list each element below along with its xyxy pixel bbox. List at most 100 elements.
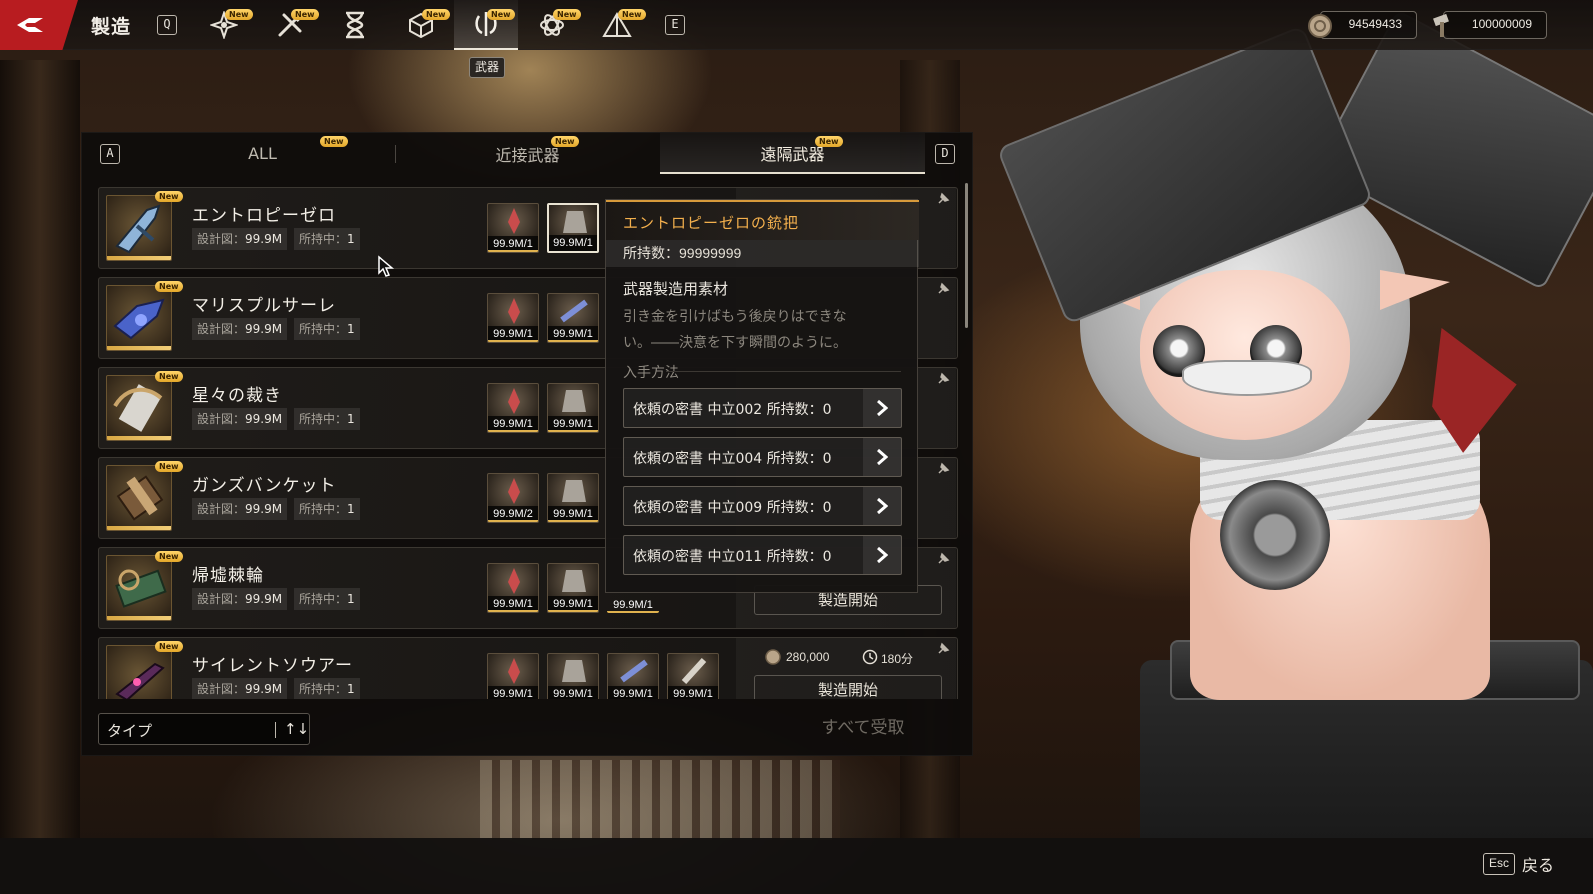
category-tab-1[interactable]: New	[192, 0, 256, 50]
blueprint-value: 99.9M	[245, 502, 283, 516]
material-slot[interactable]: 99.9M/1	[487, 653, 539, 699]
material-icon	[681, 657, 707, 685]
subtab-left-key[interactable]: A	[100, 144, 120, 164]
material-slot[interactable]: 99.9M/2	[487, 473, 539, 523]
pin-icon[interactable]	[936, 462, 950, 476]
material-slot[interactable]: 99.9M/1	[487, 563, 539, 613]
material-slot[interactable]: 99.9M/1	[547, 293, 599, 343]
category-tab-4[interactable]: New	[389, 0, 453, 50]
material-slot-selected[interactable]: 99.9M/1	[547, 203, 599, 253]
obtain-source-row[interactable]: 依頼の密書 中立004 所持数：0	[623, 437, 902, 477]
category-tab-3[interactable]	[323, 0, 387, 50]
weapon-thumbnail	[106, 555, 172, 621]
material-count: 99.9M/1	[488, 686, 538, 699]
subtab-right-key[interactable]: D	[935, 144, 955, 164]
blueprint-stat: 設計図：99.9M	[192, 498, 288, 520]
gun-icon	[115, 662, 165, 699]
pin-icon[interactable]	[936, 642, 950, 656]
obtain-source-row[interactable]: 依頼の密書 中立011 所持数：0	[623, 535, 902, 575]
new-badge: New	[487, 9, 515, 20]
obtain-source-row[interactable]: 依頼の密書 中立002 所持数：0	[623, 388, 902, 428]
gun-icon	[113, 384, 163, 432]
material-slot[interactable]: 99.9M/1	[487, 203, 539, 253]
owned-stat: 所持中：1	[294, 498, 360, 520]
type-filter-label: タイプ	[107, 722, 153, 740]
sort-icon[interactable]: ↑↓	[284, 720, 309, 738]
new-badge: New	[155, 461, 183, 472]
next-category-key[interactable]: E	[665, 15, 685, 35]
material-slot[interactable]: 99.9M/1	[547, 653, 599, 699]
subtab-all[interactable]: ALL New	[130, 133, 395, 174]
owned-label: 所持中：	[299, 232, 348, 246]
subtab-ranged[interactable]: 遠隔武器 New	[660, 133, 925, 174]
material-slot[interactable]: 99.9M/1	[487, 293, 539, 343]
type-filter-dropdown[interactable]: タイプ ↑↓	[98, 713, 310, 745]
category-tab-2[interactable]: New	[258, 0, 322, 50]
hourglass-icon	[346, 11, 364, 39]
pin-icon[interactable]	[936, 552, 950, 566]
back-logo-button[interactable]	[0, 0, 78, 50]
owned-count-label: 所持数：	[623, 246, 679, 262]
weapon-name: エントロピーゼロ	[192, 206, 336, 226]
chevron-right-icon[interactable]	[863, 487, 901, 525]
start-crafting-button[interactable]: 製造開始	[754, 675, 942, 699]
pin-icon[interactable]	[936, 372, 950, 386]
gun-icon	[115, 569, 167, 608]
owned-count-value: 99999999	[679, 245, 742, 261]
new-badge: New	[815, 136, 843, 147]
material-icon	[562, 570, 586, 592]
material-icon	[508, 478, 520, 504]
list-scrollbar[interactable]	[965, 183, 968, 328]
recipe-row[interactable]: New サイレントソウアー 設計図：99.9M 所持中：1 99.9M/1 99…	[98, 637, 958, 699]
material-slot[interactable]: 99.9M/1	[547, 383, 599, 433]
owned-value: 1	[347, 412, 355, 426]
material-icon	[563, 211, 587, 233]
weapon-name: 星々の裁き	[192, 386, 282, 406]
popup-header: エントロピーゼロの銃把	[606, 200, 919, 240]
blueprint-value: 99.9M	[245, 322, 283, 336]
category-tab-6[interactable]: New	[520, 0, 584, 50]
material-icon	[508, 208, 520, 234]
obtain-source-text: 依頼の密書 中立009 所持数：0	[633, 500, 832, 516]
blueprint-value: 99.9M	[245, 412, 283, 426]
blueprint-stat: 設計図：99.9M	[192, 228, 288, 250]
new-badge: New	[291, 9, 319, 20]
obtain-source-row[interactable]: 依頼の密書 中立009 所持数：0	[623, 486, 902, 526]
owned-stat: 所持中：1	[294, 408, 360, 430]
back-button[interactable]: 戻る	[1522, 852, 1554, 876]
clock-icon	[862, 649, 878, 665]
chevron-right-icon[interactable]	[863, 389, 901, 427]
blueprint-label: 設計図：	[197, 232, 246, 246]
material-slot[interactable]: 99.9M/1	[547, 563, 599, 613]
craft-time: 180分	[881, 652, 914, 666]
pin-icon[interactable]	[936, 282, 950, 296]
material-slot[interactable]: 99.9M/1	[607, 653, 659, 699]
category-tab-7[interactable]: New	[585, 0, 649, 50]
popup-description: 引き金を引けばもう後戻りはできな い。――決意を下す瞬間のように。	[623, 304, 908, 356]
material-icon	[508, 388, 520, 414]
game-logo-icon	[17, 18, 43, 32]
material-slot[interactable]: 99.9M/1	[487, 383, 539, 433]
gun-icon	[113, 298, 165, 340]
esc-key[interactable]: Esc	[1483, 853, 1515, 875]
obtain-source-text: 依頼の密書 中立002 所持数：0	[633, 402, 832, 418]
owned-value: 1	[347, 592, 355, 606]
blueprint-label: 設計図：	[197, 682, 246, 696]
chevron-right-icon[interactable]	[863, 438, 901, 476]
chevron-right-icon[interactable]	[863, 536, 901, 574]
material-icon	[508, 568, 520, 594]
hammer-icon	[1433, 13, 1449, 37]
blueprint-stat: 設計図：99.9M	[192, 408, 288, 430]
pin-icon[interactable]	[936, 192, 950, 206]
weapon-thumbnail	[106, 375, 172, 441]
new-badge: New	[618, 9, 646, 20]
category-tab-weapon[interactable]: New	[454, 0, 518, 50]
coin-icon	[1308, 14, 1332, 38]
blueprint-value: 99.9M	[245, 232, 283, 246]
prev-category-key[interactable]: Q	[157, 15, 177, 35]
subtab-melee[interactable]: 近接武器 New	[395, 133, 660, 174]
owned-value: 1	[347, 502, 355, 516]
material-slot[interactable]: 99.9M/1	[667, 653, 719, 699]
claim-all-button[interactable]: すべて受取	[768, 711, 958, 745]
material-slot[interactable]: 99.9M/1	[547, 473, 599, 523]
